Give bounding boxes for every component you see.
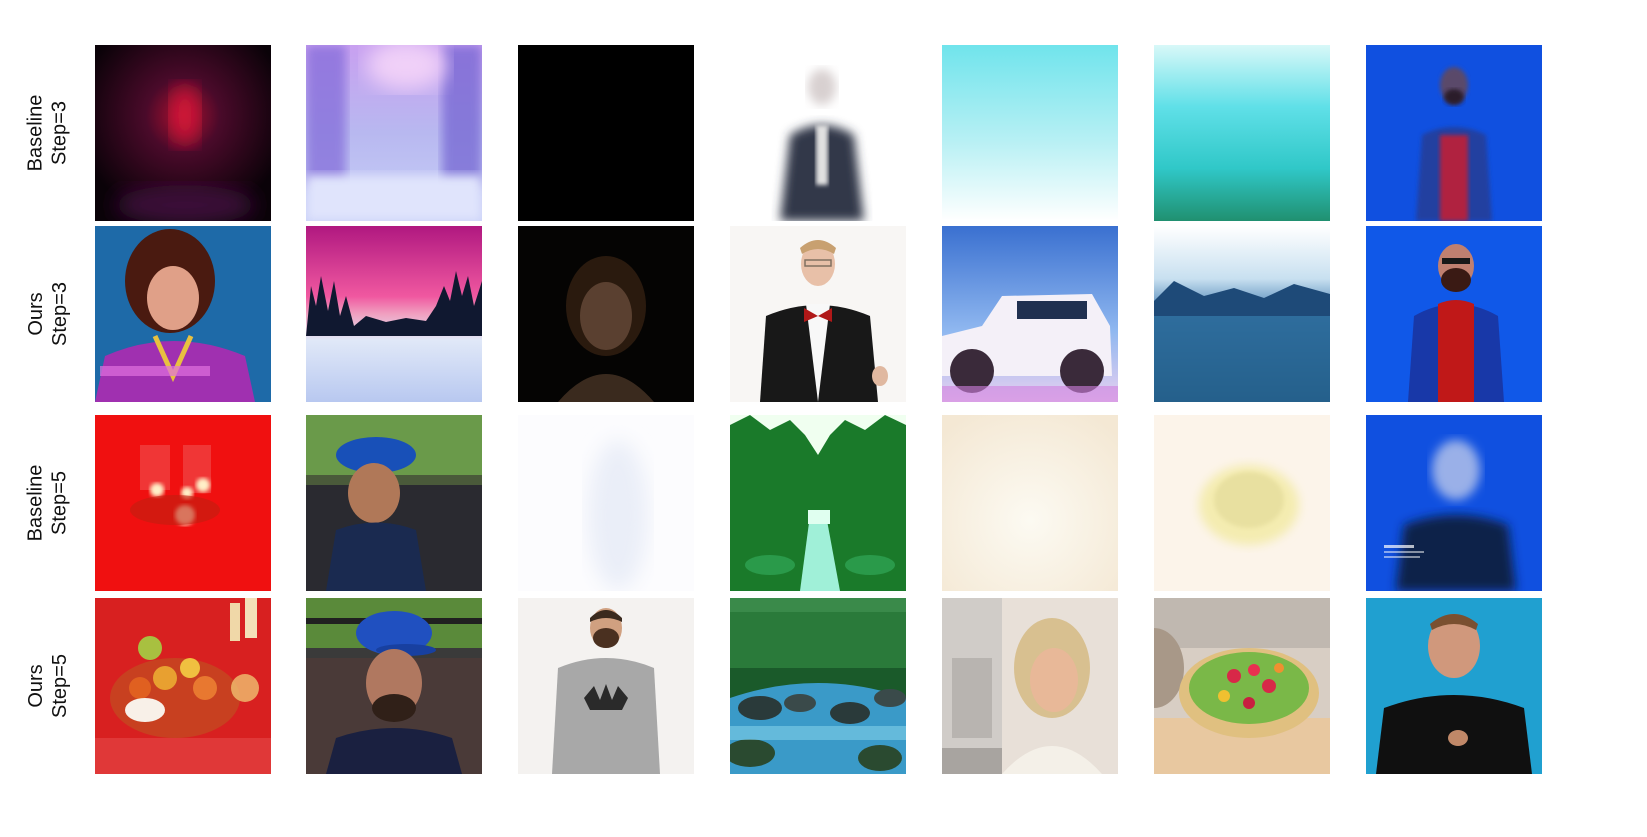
image-man-black-tshirt-teal xyxy=(1366,598,1542,774)
image-white-faded-figure xyxy=(518,415,694,591)
image-purple-snow-forest-blur xyxy=(306,45,482,221)
row-label-line2: Step=5 xyxy=(48,471,71,535)
image-cream-dish-blur xyxy=(1154,415,1330,591)
image-green-forest-stream xyxy=(730,415,906,591)
row-label-line2: Step=3 xyxy=(48,101,71,165)
image-man-blue-cap-crowd-blur xyxy=(306,415,482,591)
row-label-line1: Baseline xyxy=(24,464,47,542)
row-label-line2: Step=3 xyxy=(48,282,71,346)
image-bearded-man-red-shirt xyxy=(1366,226,1542,402)
image-dark-woman-portrait xyxy=(518,226,694,402)
image-blue-mountain-lake xyxy=(1154,226,1330,402)
row-label-baseline-step5: Baseline Step=5 xyxy=(0,415,95,591)
image-blonde-woman-kitchen xyxy=(942,598,1118,774)
image-faded-suit-figure xyxy=(730,45,906,221)
image-fruit-candles-table xyxy=(95,598,271,774)
image-cream-blank xyxy=(942,415,1118,591)
image-red-glow-dark xyxy=(95,45,271,221)
row-label-line1: Baseline xyxy=(24,94,47,172)
image-woman-purple-jacket xyxy=(95,226,271,402)
image-red-candles xyxy=(95,415,271,591)
row-label-line2: Step=5 xyxy=(48,654,71,718)
image-man-grey-sweater xyxy=(518,598,694,774)
image-blue-man-blur-text xyxy=(1366,415,1542,591)
image-pink-sky-snow-forest xyxy=(306,226,482,402)
image-black-frame xyxy=(518,45,694,221)
image-pale-cyan-haze xyxy=(942,45,1118,221)
image-man-tuxedo-bowtie xyxy=(730,226,906,402)
image-blue-man-glasses-blur xyxy=(1366,45,1542,221)
image-salad-bowl xyxy=(1154,598,1330,774)
row-label-line1: Ours xyxy=(24,292,47,336)
image-white-suv-blue-sky xyxy=(942,226,1118,402)
row-label-line1: Ours xyxy=(24,664,47,708)
image-man-blue-cap-crowd xyxy=(306,598,482,774)
row-label-baseline-step3: Baseline Step=3 xyxy=(0,45,95,221)
image-forest-river-rocks xyxy=(730,598,906,774)
row-label-ours-step5: Ours Step=5 xyxy=(0,598,95,774)
image-teal-lake-haze xyxy=(1154,45,1330,221)
row-label-ours-step3: Ours Step=3 xyxy=(0,226,95,402)
